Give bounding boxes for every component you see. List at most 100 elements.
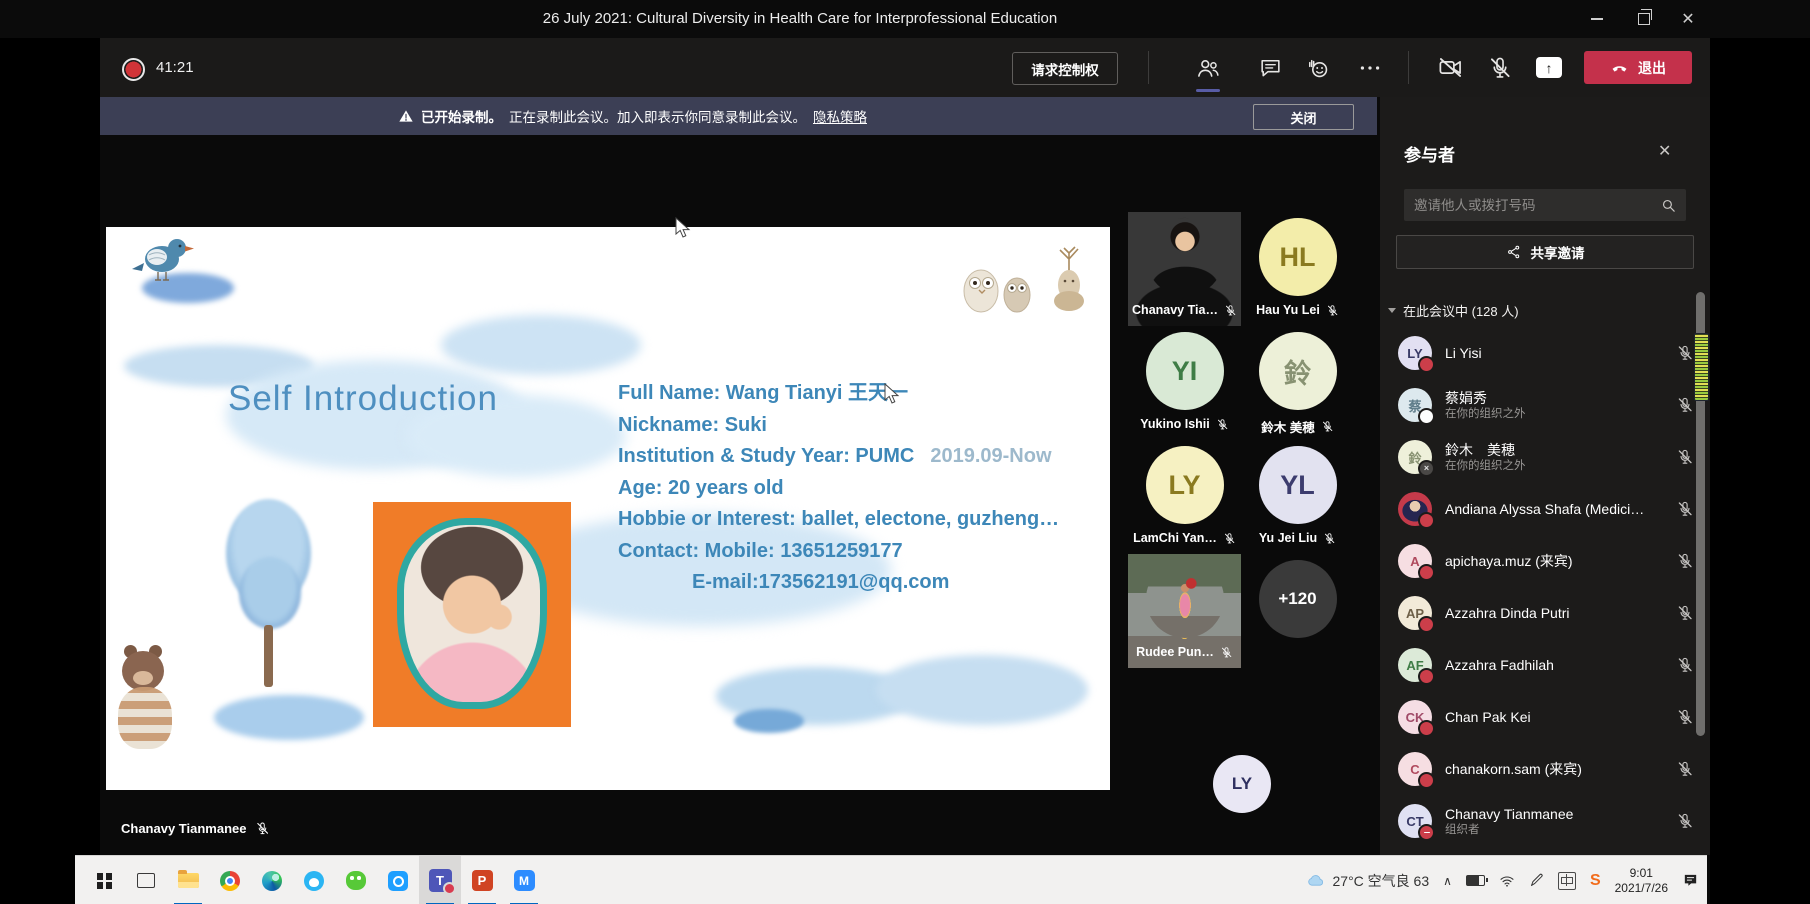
share-tray-button[interactable]: ↑ — [1527, 38, 1571, 97]
battery-icon[interactable] — [1466, 875, 1485, 886]
participant-row[interactable]: AP Azzahra Dinda Putri — [1398, 587, 1694, 639]
mic-off-icon[interactable] — [1676, 604, 1694, 622]
participant-name: 鈴木 美穂 — [1445, 442, 1526, 459]
share-invite-button[interactable]: 共享邀请 — [1396, 235, 1694, 269]
slide-line: Nickname: Suki — [618, 410, 1059, 442]
search-icon[interactable] — [1660, 197, 1677, 214]
reactions-button[interactable] — [1296, 38, 1340, 97]
meeting-window: 41:21 请求控制权 ↑ — [100, 38, 1710, 904]
app-icon — [220, 871, 240, 891]
panel-close-icon[interactable]: ✕ — [1658, 141, 1671, 161]
avatar-initials: 鈴 — [1284, 352, 1311, 391]
restore-button[interactable] — [1624, 0, 1664, 38]
privacy-policy-link[interactable]: 隐私策略 — [813, 106, 867, 126]
mic-off-icon[interactable] — [1676, 448, 1694, 466]
presenter-name: Chanavy Tianmanee — [121, 821, 246, 836]
windows-start[interactable] — [83, 856, 125, 904]
mic-off-icon[interactable] — [1676, 344, 1694, 362]
mic-off-icon[interactable] — [1676, 500, 1694, 518]
mic-off-icon[interactable] — [1676, 812, 1694, 830]
presence-badge — [1418, 460, 1435, 477]
app-icon — [388, 871, 408, 891]
participant-name: Chanavy Tianmanee — [1445, 806, 1573, 823]
avatar-initials: A — [1410, 554, 1419, 569]
tile-avatar: LY — [1146, 446, 1224, 524]
participant-row[interactable]: C chanakorn.sam (来宾) — [1398, 743, 1694, 795]
weather-widget[interactable]: 27°C 空气良 63 — [1306, 871, 1430, 891]
participants-panel: 参与者 ✕ 共享邀请 在此会议中 (128 人) LY — [1380, 97, 1710, 855]
Yu Jei Liu[interactable]: YL Yu Jei Liu — [1241, 440, 1354, 554]
wifi-icon[interactable] — [1499, 873, 1515, 889]
qq-browser[interactable] — [293, 856, 335, 904]
edge[interactable] — [251, 856, 293, 904]
hangup-icon — [1610, 58, 1629, 77]
mic-toggle-button[interactable] — [1478, 38, 1522, 97]
participant-row[interactable]: 鈴 鈴木 美穂 在你的组织之外 — [1398, 431, 1694, 483]
toolbar-divider — [1408, 51, 1409, 84]
participants-button[interactable] — [1186, 38, 1230, 97]
mic-off-icon[interactable] — [1676, 396, 1694, 414]
slide-body-text: Full Name: Wang Tianyi 王天一 Nickname: Suk… — [618, 378, 1059, 599]
LamChi Yan…[interactable]: LY LamChi Yan… — [1128, 440, 1241, 554]
participant-row[interactable]: CK Chan Pak Kei — [1398, 691, 1694, 743]
leave-meeting-button[interactable]: 退出 — [1584, 51, 1692, 84]
request-control-button[interactable]: 请求控制权 — [1012, 52, 1118, 85]
invite-search-box[interactable] — [1404, 189, 1686, 221]
notification-icon[interactable] — [1682, 872, 1699, 889]
meeting-app[interactable] — [503, 856, 545, 904]
ime-icon[interactable] — [1558, 872, 1576, 890]
avatar: AF — [1398, 648, 1432, 682]
presence-badge — [1418, 616, 1435, 633]
mic-off-icon[interactable] — [1676, 760, 1694, 778]
mic-off-icon[interactable] — [1676, 656, 1694, 674]
tile-avatar: 鈴 — [1259, 332, 1337, 410]
search-input[interactable] — [1404, 198, 1660, 213]
participant-row[interactable]: AF Azzahra Fadhilah — [1398, 639, 1694, 691]
task-view[interactable] — [125, 856, 167, 904]
presence-badge — [1418, 772, 1435, 789]
cloud-decoration — [734, 709, 804, 733]
blue-app[interactable] — [377, 856, 419, 904]
minimize-button[interactable] — [1577, 0, 1617, 38]
powerpoint[interactable] — [461, 856, 503, 904]
鈴木 美穂[interactable]: 鈴 鈴木 美穂 — [1241, 326, 1354, 440]
clock-time: 9:01 — [1630, 866, 1653, 880]
Rudee Pun…[interactable]: Rudee Pun… — [1128, 554, 1241, 668]
people-icon — [1195, 55, 1221, 81]
avatar-initials: YL — [1280, 470, 1315, 501]
mic-off-icon[interactable] — [1676, 708, 1694, 726]
avatar-initials: LY — [1168, 470, 1200, 501]
chat-button[interactable] — [1248, 38, 1292, 97]
participant-row[interactable]: 蔡 蔡娟秀 在你的组织之外 — [1398, 379, 1694, 431]
Yukino Ishii[interactable]: YI Yukino Ishii — [1128, 326, 1241, 440]
participant-row[interactable]: Andiana Alyssa Shafa (Medici… — [1398, 483, 1694, 535]
pen-icon[interactable] — [1529, 873, 1544, 888]
window-titlebar: 26 July 2021: Cultural Diversity in Heal… — [0, 0, 1810, 38]
banner-close-button[interactable]: 关闭 — [1253, 104, 1354, 130]
participant-row[interactable]: CT Chanavy Tianmanee 组织者 — [1398, 795, 1694, 847]
Chanavy Tia…[interactable]: Chanavy Tia… — [1128, 212, 1241, 326]
in-meeting-section-header[interactable]: 在此会议中 (128 人) — [1388, 301, 1519, 320]
wechat[interactable] — [335, 856, 377, 904]
mic-off-icon — [1224, 304, 1237, 317]
participant-row[interactable]: A apichaya.muz (来宾) — [1398, 535, 1694, 587]
scrollbar-thumb[interactable] — [1694, 333, 1709, 401]
slide-line: Full Name: Wang Tianyi 王天一 — [618, 378, 1059, 410]
spotlight-avatar[interactable]: LY — [1213, 755, 1271, 813]
teams[interactable] — [419, 856, 461, 904]
Hau Yu Lei[interactable]: HL Hau Yu Lei — [1241, 212, 1354, 326]
file-explorer[interactable] — [167, 856, 209, 904]
participant-row[interactable]: LY Li Yisi — [1398, 327, 1694, 379]
taskbar-clock[interactable]: 9:01 2021/7/26 — [1615, 866, 1668, 896]
more-actions-button[interactable] — [1348, 38, 1392, 97]
app-icon — [137, 873, 155, 888]
chrome[interactable] — [209, 856, 251, 904]
close-button[interactable]: ✕ — [1668, 0, 1708, 38]
participant-name: Chan Pak Kei — [1445, 709, 1531, 726]
sogou-icon[interactable]: S — [1590, 872, 1601, 890]
hidden-icons-chevron-icon[interactable]: ∧ — [1443, 874, 1452, 888]
tile-avatar: YL — [1259, 446, 1337, 524]
mic-off-icon[interactable] — [1676, 552, 1694, 570]
camera-toggle-button[interactable] — [1428, 38, 1472, 97]
participant-name: Li Yisi — [1445, 345, 1482, 362]
